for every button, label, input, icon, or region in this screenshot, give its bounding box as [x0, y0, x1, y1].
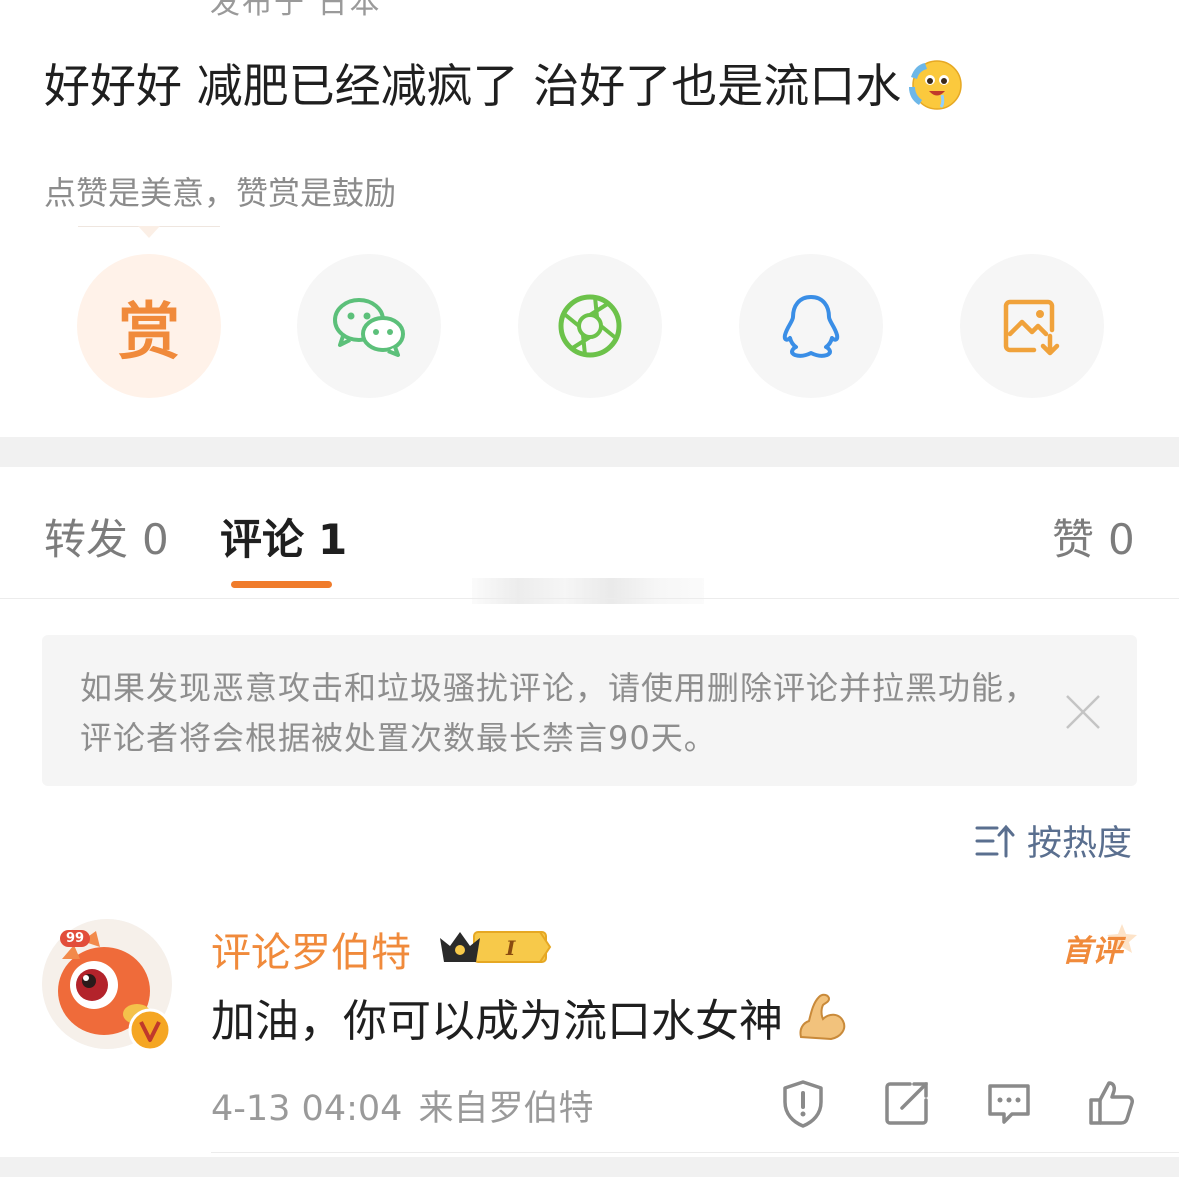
vip-level: I [505, 936, 516, 960]
save-image-button[interactable] [960, 254, 1104, 398]
verified-v-icon [128, 1008, 172, 1052]
first-comment-label: 首评 [1062, 934, 1122, 969]
tab-reposts-count: 0 [142, 515, 169, 564]
notice-text: 如果发现恶意攻击和垃圾骚扰评论，请使用删除评论并拉黑功能，评论者将会根据被处置次… [80, 669, 1038, 757]
comment-username[interactable]: 评论罗伯特 [211, 920, 411, 978]
share-wechat-button[interactable] [297, 254, 441, 398]
save-image-icon [1003, 299, 1060, 356]
reward-label: 赏 [117, 295, 180, 368]
qq-penguin-icon [782, 295, 840, 358]
bottom-separator [0, 1157, 1179, 1177]
share-qq-button[interactable] [739, 254, 883, 398]
post-content: 好好好 减肥已经减疯了 治好了也是流口水 [44, 50, 965, 116]
comment-time: 4-13 04:04 [211, 1089, 403, 1129]
flexed-biceps-icon [799, 993, 846, 1041]
reply-comment-icon[interactable] [984, 1078, 1034, 1128]
comment-divider [211, 1152, 1179, 1153]
first-comment-badge: 首评 [1062, 920, 1137, 970]
sort-icon [975, 824, 1015, 857]
tab-divider [0, 598, 1179, 599]
section-separator [0, 437, 1179, 467]
active-tab-indicator [231, 581, 332, 588]
share-moments-button[interactable] [518, 254, 662, 398]
close-icon[interactable] [1064, 693, 1102, 731]
like-thumb-icon[interactable] [1086, 1078, 1136, 1128]
sort-by-hot-button[interactable]: 按热度 [975, 815, 1132, 866]
report-shield-icon[interactable] [778, 1078, 828, 1128]
post-text: 好好好 减肥已经减疯了 治好了也是流口水 [44, 59, 902, 113]
blurred-overlay [472, 578, 704, 604]
avatar-level-badge: 99 [60, 930, 91, 947]
moderation-notice: 如果发现恶意攻击和垃圾骚扰评论，请使用删除评论并拉黑功能，评论者将会根据被处置次… [42, 635, 1137, 786]
tab-likes-count: 0 [1108, 515, 1135, 564]
comment-content: 加油，你可以成为流口水女神 [211, 985, 847, 1049]
tab-comments-label: 评论 [220, 515, 305, 564]
vip-crown-badge-icon: I [440, 931, 552, 963]
moments-icon [558, 294, 622, 358]
sort-label: 按热度 [1027, 824, 1133, 864]
post-location-cut: 发布于 日本 [210, 0, 382, 21]
reward-hint: 点赞是美意，赞赏是鼓励 [44, 174, 397, 212]
comment-meta: 4-13 04:04 来自罗伯特 [211, 1080, 593, 1131]
tab-reposts[interactable]: 转发 0 [44, 506, 169, 567]
reward-button[interactable]: 赏 [77, 254, 221, 398]
comment-text: 加油，你可以成为流口水女神 [211, 996, 783, 1047]
tooltip-arrow [138, 226, 160, 238]
wechat-icon [333, 298, 405, 357]
tab-comments-count: 1 [318, 515, 348, 564]
comment-source: 来自罗伯特 [418, 1089, 594, 1129]
tab-reposts-label: 转发 [44, 515, 129, 564]
tab-comments[interactable]: 评论 1 [220, 506, 347, 567]
tab-likes[interactable]: 赞0 [1052, 506, 1135, 567]
drooling-face-icon [909, 60, 962, 110]
share-external-icon[interactable] [882, 1078, 932, 1128]
tab-likes-label: 赞 [1052, 515, 1095, 564]
